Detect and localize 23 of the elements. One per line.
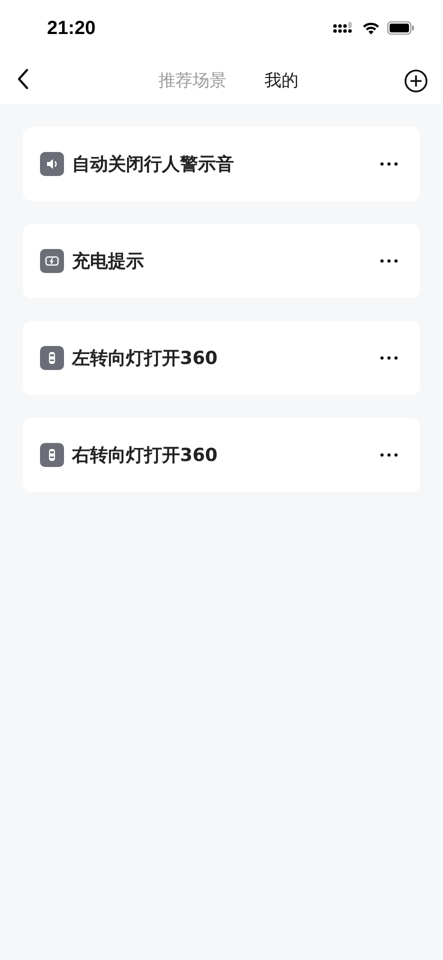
signal-icon <box>333 22 355 34</box>
scene-title: 左转向灯打开360 <box>72 347 219 370</box>
back-icon[interactable] <box>16 68 30 90</box>
scene-title: 右转向灯打开360 <box>72 444 219 467</box>
car-icon <box>40 346 64 370</box>
speaker-icon <box>40 152 64 176</box>
more-icon[interactable] <box>380 259 398 263</box>
scene-card[interactable]: 右转向灯打开360 <box>23 418 420 492</box>
scene-card[interactable]: 充电提示 <box>23 224 420 298</box>
status-time: 21:20 <box>47 18 96 40</box>
car-icon <box>40 443 64 467</box>
add-icon[interactable] <box>404 69 428 93</box>
scene-card[interactable]: 左转向灯打开360 <box>23 321 420 395</box>
more-icon[interactable] <box>380 162 398 166</box>
scene-card[interactable]: 自动关闭行人警示音 <box>23 127 420 201</box>
scene-title: 充电提示 <box>72 250 145 273</box>
tab[interactable]: 我的 <box>264 66 298 94</box>
battery-icon <box>387 21 415 35</box>
battery-charging-icon <box>40 249 64 273</box>
more-icon[interactable] <box>380 356 398 360</box>
wifi-icon <box>362 22 380 34</box>
more-icon[interactable] <box>380 453 398 457</box>
scene-title: 自动关闭行人警示音 <box>72 153 235 176</box>
